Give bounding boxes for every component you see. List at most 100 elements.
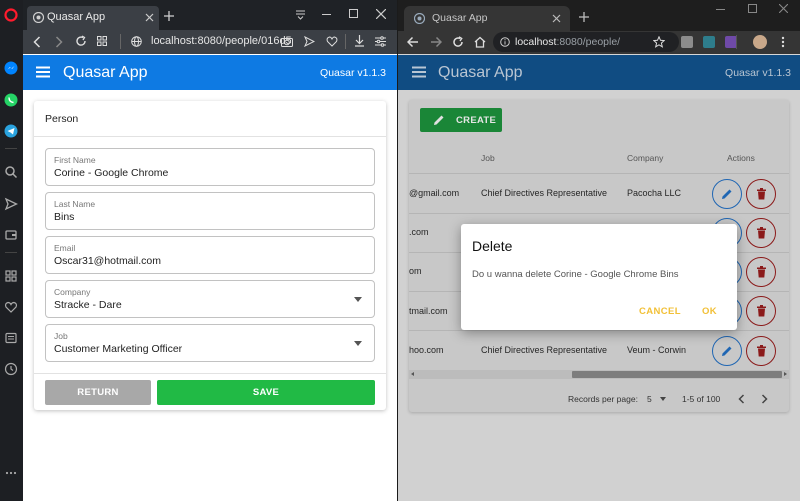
first-name-field[interactable]: First Name Corine - Google Chrome: [45, 148, 375, 186]
new-tab-icon[interactable]: [579, 12, 589, 22]
app-version: Quasar v1.1.3: [725, 67, 791, 79]
create-button[interactable]: CREATE: [420, 108, 502, 132]
delete-button[interactable]: [746, 296, 776, 326]
cell-email: @gmail.com: [409, 188, 460, 198]
info-icon[interactable]: [500, 37, 510, 47]
column-header-job[interactable]: Job: [481, 153, 495, 163]
next-page-icon[interactable]: [761, 394, 768, 404]
return-button[interactable]: RETURN: [45, 380, 151, 405]
menu-icon[interactable]: [412, 66, 426, 78]
scroll-right-icon[interactable]: [784, 372, 787, 376]
rows-per-page-select[interactable]: 5: [647, 394, 652, 404]
address-bar[interactable]: localhost:8080/people/: [493, 32, 679, 52]
job-select[interactable]: Job Customer Marketing Officer: [45, 324, 375, 362]
maximize-icon[interactable]: [349, 9, 358, 18]
history-icon[interactable]: [1, 359, 21, 379]
cell-company: Pacocha LLC: [627, 188, 682, 198]
chrome-tab[interactable]: Quasar App: [404, 6, 570, 31]
trash-icon: [756, 345, 766, 357]
maximize-icon[interactable]: [748, 4, 757, 13]
easy-setup-icon[interactable]: [375, 36, 386, 47]
forward-icon[interactable]: [430, 36, 442, 48]
delete-button[interactable]: [746, 179, 776, 209]
field-label: Job: [54, 331, 68, 341]
pencil-icon: [433, 114, 445, 126]
prev-page-icon[interactable]: [738, 394, 745, 404]
pagination-range: 1-5 of 100: [682, 394, 721, 404]
reload-icon[interactable]: [75, 35, 87, 47]
home-icon[interactable]: [474, 36, 486, 48]
scrollbar-thumb[interactable]: [572, 371, 782, 378]
pencil-icon: [722, 346, 732, 356]
globe-icon[interactable]: [131, 36, 142, 47]
minimize-icon[interactable]: [716, 9, 725, 10]
scroll-left-icon[interactable]: [411, 372, 414, 376]
save-button[interactable]: SAVE: [157, 380, 375, 405]
email-field[interactable]: Email Oscar31@hotmail.com: [45, 236, 375, 274]
camera-icon[interactable]: [281, 36, 293, 47]
card-divider: [34, 136, 386, 137]
back-icon[interactable]: [407, 36, 419, 48]
reload-icon[interactable]: [452, 36, 464, 48]
more-vert-icon[interactable]: [781, 36, 785, 48]
menu-icon[interactable]: [36, 66, 50, 78]
opera-tab[interactable]: Quasar App: [27, 6, 159, 30]
search-icon[interactable]: [1, 162, 21, 182]
dropdown-arrow-icon[interactable]: [354, 341, 362, 346]
telegram-icon[interactable]: [1, 121, 21, 141]
delete-dialog: Delete Do u wanna delete Corine - Google…: [461, 224, 737, 330]
dialog-message: Do u wanna delete Corine - Google Chrome…: [472, 269, 679, 280]
cell-email: hoo.com: [409, 345, 444, 355]
horizontal-scrollbar[interactable]: [409, 370, 789, 379]
tab-menu-icon[interactable]: [295, 9, 306, 20]
minimize-icon[interactable]: [322, 14, 331, 15]
person-form-card: Person First Name Corine - Google Chrome…: [34, 101, 386, 410]
dropdown-arrow-icon[interactable]: [354, 297, 362, 302]
avatar[interactable]: [753, 35, 767, 49]
extension-icon[interactable]: [681, 36, 693, 48]
close-tab-icon[interactable]: [552, 14, 561, 23]
last-name-field[interactable]: Last Name Bins: [45, 192, 375, 230]
wallet-icon[interactable]: [1, 225, 21, 245]
field-value: Corine - Google Chrome: [54, 167, 169, 179]
news-icon[interactable]: [1, 328, 21, 348]
url-host: localhost: [515, 36, 557, 48]
address-bar[interactable]: localhost:8080/people/016d5: [151, 35, 291, 47]
delete-button[interactable]: [746, 257, 776, 287]
opera-tab-title: Quasar App: [47, 11, 106, 23]
app-version: Quasar v1.1.3: [320, 67, 386, 79]
ok-button[interactable]: OK: [702, 306, 717, 317]
company-select[interactable]: Company Stracke - Dare: [45, 280, 375, 318]
whatsapp-icon[interactable]: [1, 90, 21, 110]
close-window-icon[interactable]: [376, 9, 386, 19]
column-header-actions: Actions: [727, 153, 755, 163]
opera-logo-icon[interactable]: [1, 5, 21, 25]
bookmark-heart-icon[interactable]: [326, 36, 338, 47]
close-tab-icon[interactable]: [145, 13, 154, 22]
messenger-icon[interactable]: [1, 58, 21, 78]
edit-button[interactable]: [712, 336, 742, 366]
cell-job: Chief Directives Representative: [481, 188, 608, 198]
forward-icon[interactable]: [55, 36, 63, 48]
speed-dial-icon[interactable]: [1, 266, 21, 286]
send-page-icon[interactable]: [304, 36, 315, 47]
close-window-icon[interactable]: [779, 4, 788, 13]
extension-icon[interactable]: [703, 36, 715, 48]
app-title: Quasar App: [63, 64, 148, 81]
grid-icon[interactable]: [97, 36, 107, 46]
more-options-icon[interactable]: [1, 463, 21, 483]
back-icon[interactable]: [33, 36, 41, 48]
dropdown-arrow-icon[interactable]: [660, 397, 666, 401]
trash-icon: [756, 266, 766, 278]
delete-button[interactable]: [746, 336, 776, 366]
send-icon[interactable]: [1, 194, 21, 214]
cancel-button[interactable]: CANCEL: [639, 306, 681, 317]
new-tab-icon[interactable]: [164, 11, 174, 21]
quasar-favicon-icon: [414, 13, 425, 24]
heart-icon[interactable]: [1, 297, 21, 317]
edit-button[interactable]: [712, 179, 742, 209]
download-icon[interactable]: [354, 35, 365, 47]
column-header-company[interactable]: Company: [627, 153, 663, 163]
delete-button[interactable]: [746, 218, 776, 248]
bookmark-star-icon[interactable]: [653, 36, 665, 48]
